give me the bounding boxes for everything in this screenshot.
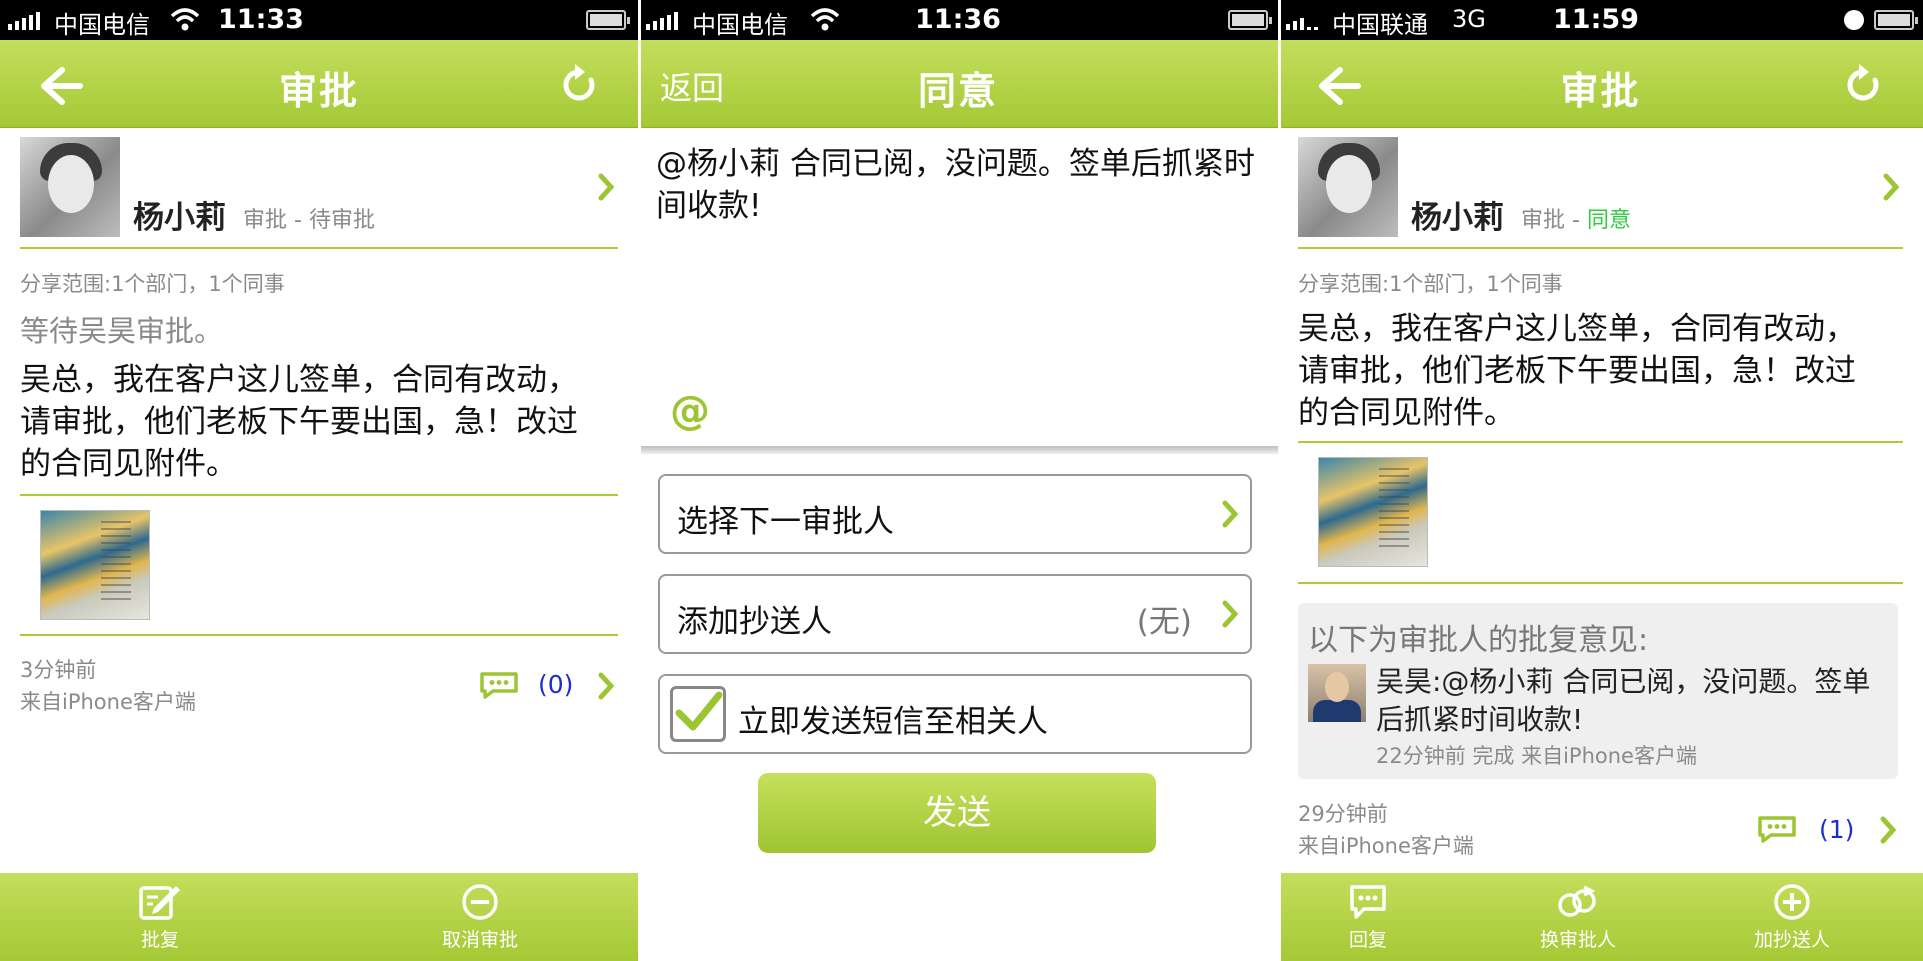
sender-header[interactable]: 杨小莉 审批 - 同意 xyxy=(1298,137,1903,249)
page-title: 审批 xyxy=(1560,69,1641,113)
tab-cancel-approval[interactable]: 取消审批 xyxy=(420,873,540,961)
clock-time: 11:36 xyxy=(915,4,1001,35)
edit-icon xyxy=(139,886,180,920)
page-title: 同意 xyxy=(917,69,998,113)
mention-icon[interactable]: @ xyxy=(670,388,710,434)
select-next-approver-button[interactable]: 选择下一审批人 xyxy=(658,474,1252,554)
status-bar: 中国联通 3G 11:59 xyxy=(1278,0,1923,40)
chevron-right-icon xyxy=(1883,173,1899,201)
divider xyxy=(1298,441,1903,443)
carrier-label: 中国电信 xyxy=(692,11,788,39)
sender-name: 杨小莉 xyxy=(1411,200,1504,236)
approval-status: 审批 - 待审批 xyxy=(243,208,375,233)
minus-circle-icon xyxy=(462,884,498,920)
row-label: 添加抄送人 xyxy=(677,604,832,640)
comment-count[interactable]: (0) xyxy=(538,670,573,699)
nav-bar: 审批 xyxy=(0,40,638,128)
reply-icon xyxy=(1350,885,1386,919)
tab-reply-approve[interactable]: 批复 xyxy=(100,873,220,961)
cc-value: (无) xyxy=(1136,604,1192,640)
reply-meta: 22分钟前 完成 来自iPhone客户端 xyxy=(1376,744,1697,768)
share-scope: 分享范围:1个部门，1个同事 xyxy=(1298,272,1563,296)
sender-header[interactable]: 杨小莉 审批 - 待审批 xyxy=(20,137,618,249)
post-body: 吴总，我在客户这儿签单，合同有改动，请审批，他们老板下午要出国，急！改过的合同见… xyxy=(20,362,578,482)
swap-icon xyxy=(1558,885,1596,917)
refresh-icon[interactable] xyxy=(558,62,602,108)
carrier-label: 中国电信 xyxy=(54,11,150,39)
tab-reply[interactable]: 回复 xyxy=(1308,873,1428,961)
approve-compose-screen: 中国电信 11:36 返回 同意 @杨小莉 合同已阅，没问题。签单后抓紧时间收款… xyxy=(638,0,1278,961)
nav-bar: 审批 xyxy=(1278,40,1923,128)
attachment-thumbnail[interactable] xyxy=(40,510,150,620)
share-scope: 分享范围:1个部门，1个同事 xyxy=(20,272,285,296)
refresh-icon[interactable] xyxy=(1842,62,1886,108)
checkmark-icon xyxy=(675,691,723,731)
battery-charging-icon xyxy=(1874,10,1918,30)
avatar xyxy=(20,137,120,237)
source-label: 来自iPhone客户端 xyxy=(1298,834,1474,858)
send-button[interactable]: 发送 xyxy=(758,773,1156,853)
signal-icon xyxy=(1286,10,1318,30)
tab-bar: 批复 取消审批 xyxy=(0,873,638,961)
screen-separator xyxy=(1278,0,1281,961)
carrier-label: 中国联通 xyxy=(1332,11,1428,39)
approval-detail-pending-screen: 中国电信 11:33 审批 杨小莉 审批 - 待审批 分享范围:1个部门，1个同… xyxy=(0,0,638,961)
post-meta: 29分钟前 来自iPhone客户端 xyxy=(1298,798,1474,862)
source-label: 来自iPhone客户端 xyxy=(20,690,196,714)
clock-time: 11:59 xyxy=(1553,4,1639,35)
chevron-right-icon[interactable] xyxy=(598,672,614,700)
nav-bar: 返回 同意 xyxy=(638,40,1278,128)
avatar xyxy=(1298,137,1398,237)
time-ago: 3分钟前 xyxy=(20,658,97,682)
plus-circle-icon xyxy=(1774,884,1810,920)
sms-notify-row[interactable]: 立即发送短信至相关人 xyxy=(658,674,1252,754)
row-label: 立即发送短信至相关人 xyxy=(738,704,1048,740)
reply-text: 吴昊:@杨小莉 合同已阅，没问题。签单后抓紧时间收款! xyxy=(1376,665,1871,736)
compose-input[interactable]: @杨小莉 合同已阅，没问题。签单后抓紧时间收款! xyxy=(656,143,1256,227)
comment-icon[interactable] xyxy=(1757,815,1797,843)
clock-time: 11:33 xyxy=(218,4,304,35)
comment-count[interactable]: (1) xyxy=(1819,815,1854,844)
sms-checkbox[interactable] xyxy=(670,686,726,742)
battery-icon xyxy=(586,10,630,30)
approval-status: 审批 - 同意 xyxy=(1521,208,1631,233)
tab-bar: 回复 换审批人 加抄送人 xyxy=(1278,873,1923,961)
add-cc-button[interactable]: 添加抄送人 (无) xyxy=(658,574,1252,654)
page-title: 审批 xyxy=(278,69,359,113)
divider xyxy=(20,634,618,636)
chevron-right-icon xyxy=(598,173,614,201)
signal-icon xyxy=(646,10,678,30)
avatar[interactable] xyxy=(1308,664,1366,722)
time-ago: 29分钟前 xyxy=(1298,802,1388,826)
app-screens-composite: 中国电信 11:33 审批 杨小莉 审批 - 待审批 分享范围:1个部门，1个同… xyxy=(0,0,1923,961)
row-label: 选择下一审批人 xyxy=(677,504,894,540)
status-bar: 中国电信 11:33 xyxy=(0,0,638,40)
post-meta: 3分钟前 来自iPhone客户端 xyxy=(20,654,196,718)
screen-separator xyxy=(638,0,641,961)
sender-name: 杨小莉 xyxy=(133,200,226,236)
comment-icon[interactable] xyxy=(479,671,519,699)
battery-icon xyxy=(1228,10,1272,30)
approval-detail-approved-screen: 中国联通 3G 11:59 审批 杨小莉 审批 - 同意 分享范围:1个部门，1… xyxy=(1278,0,1923,961)
signal-icon xyxy=(8,10,40,30)
status-bar: 中国电信 11:36 xyxy=(638,0,1278,40)
alarm-icon xyxy=(1844,10,1864,30)
chevron-right-icon[interactable] xyxy=(1880,816,1896,844)
chevron-right-icon xyxy=(1222,600,1238,628)
tab-change-approver[interactable]: 换审批人 xyxy=(1518,873,1638,961)
approver-reply-box: 以下为审批人的批复意见: 吴昊:@杨小莉 合同已阅，没问题。签单后抓紧时间收款!… xyxy=(1298,603,1898,779)
divider xyxy=(20,494,618,496)
waiting-status: 等待吴昊审批。 xyxy=(20,314,224,348)
network-type: 3G xyxy=(1452,5,1486,33)
post-body: 吴总，我在客户这儿签单，合同有改动，请审批，他们老板下午要出国，急！改过的合同见… xyxy=(1298,311,1856,431)
divider xyxy=(1298,582,1903,584)
attachment-thumbnail[interactable] xyxy=(1318,457,1428,567)
tab-add-cc[interactable]: 加抄送人 xyxy=(1732,873,1852,961)
wifi-icon xyxy=(810,8,840,31)
reply-heading: 以下为审批人的批复意见: xyxy=(1308,623,1649,658)
chevron-right-icon xyxy=(1222,500,1238,528)
divider xyxy=(638,446,1278,454)
